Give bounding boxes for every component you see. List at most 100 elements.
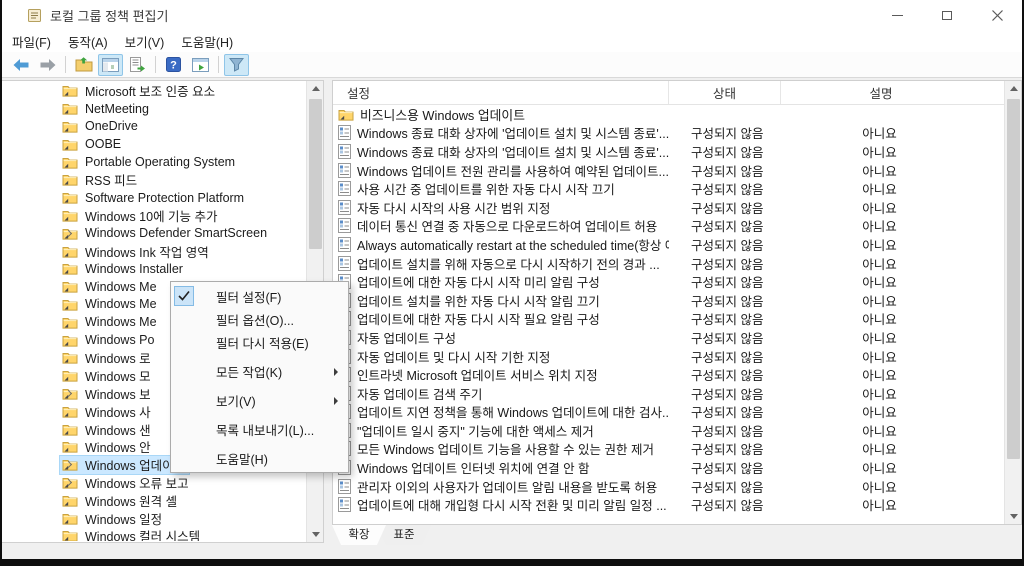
table-row[interactable]: 업데이트에 대해 개입형 다시 시작 전환 및 미리 알림 일정 ... 구성되… [333, 495, 1004, 514]
table-row[interactable]: 인트라넷 Microsoft 업데이트 서비스 위치 지정 구성되지 않음 아니… [333, 365, 1004, 384]
setting-state: 구성되지 않음 [691, 350, 764, 365]
setting-name: 업데이트에 대해 개입형 다시 시작 전환 및 미리 알림 일정 ... [357, 499, 667, 514]
menu-action[interactable]: 동작(A) [62, 30, 119, 53]
tab-standard[interactable]: 표준 [377, 525, 431, 545]
minimize-button[interactable] [872, 0, 922, 30]
tree-item[interactable]: Windows 컬러 시스템 [2, 527, 306, 541]
setting-state: 구성되지 않음 [691, 313, 764, 328]
table-row[interactable]: 업데이트에 대한 자동 다시 시작 필요 알림 구성 구성되지 않음 아니요 [333, 310, 1004, 329]
table-row[interactable]: 업데이트 설치를 위한 자동 다시 시작 알림 끄기 구성되지 않음 아니요 [333, 291, 1004, 310]
scroll-down-button[interactable] [1005, 509, 1021, 524]
column-header-setting[interactable]: 설정 [333, 81, 669, 104]
tree-item[interactable]: Software Protection Platform [2, 189, 306, 207]
setting-name: 인트라넷 Microsoft 업데이트 서비스 위치 지정 [357, 369, 598, 384]
setting-state: 구성되지 않음 [691, 164, 764, 179]
table-row[interactable]: 자동 다시 시작의 사용 시간 범위 지정 구성되지 않음 아니요 [333, 198, 1004, 217]
export-list-button[interactable] [125, 54, 150, 76]
tree-item[interactable]: NetMeeting [2, 100, 306, 118]
folder-icon [62, 440, 78, 453]
table-row[interactable]: 자동 업데이트 및 다시 시작 기한 지정 구성되지 않음 아니요 [333, 347, 1004, 366]
folder-icon [62, 102, 78, 115]
table-row[interactable]: 관리자 이외의 사용자가 업데이트 알림 내용을 받도록 허용 구성되지 않음 … [333, 477, 1004, 496]
toolbar-separator [65, 56, 66, 73]
context-menu-item[interactable]: 모든 작업(K) [171, 360, 348, 383]
context-menu-item[interactable]: 필터 설정(F) [171, 285, 348, 308]
help-button[interactable]: ? [161, 54, 186, 76]
menu-help[interactable]: 도움말(H) [175, 30, 244, 53]
table-row[interactable]: 자동 업데이트 구성 구성되지 않음 아니요 [333, 328, 1004, 347]
context-menu-item[interactable]: 도움말(H) [171, 447, 348, 470]
context-menu-item-label: 필터 다시 적용(E) [216, 337, 309, 351]
tree-item[interactable]: Microsoft 보조 인증 요소 [2, 82, 306, 100]
table-row[interactable]: 모든 Windows 업데이트 기능을 사용할 수 있는 권한 제거 구성되지 … [333, 440, 1004, 459]
tree-item-label: Windows 사 [85, 405, 151, 420]
table-row[interactable]: "업데이트 일시 중지" 기능에 대한 액세스 제거 구성되지 않음 아니요 [333, 421, 1004, 440]
scroll-up-icon [311, 86, 320, 91]
column-header-state[interactable]: 상태 [669, 81, 781, 104]
setting-comment: 아니요 [862, 331, 897, 346]
scroll-up-button[interactable] [1005, 81, 1021, 96]
forward-arrow-icon [40, 58, 55, 71]
context-menu-item-label: 도움말(H) [216, 453, 268, 467]
tree-item[interactable]: RSS 피드 [2, 171, 306, 189]
show-window-button[interactable] [188, 54, 213, 76]
tree-item[interactable]: OneDrive [2, 118, 306, 136]
table-row[interactable]: 업데이트 지연 정책을 통해 Windows 업데이트에 대한 검사... 구성… [333, 403, 1004, 422]
filter-icon [229, 58, 244, 72]
folder-icon [62, 512, 78, 525]
context-menu-item[interactable]: 목록 내보내기(L)... [171, 418, 348, 441]
scrollbar-thumb[interactable] [309, 99, 322, 249]
context-menu-item[interactable]: 보기(V) [171, 389, 348, 412]
policy-setting-icon [338, 255, 351, 271]
show-console-tree-button[interactable] [98, 53, 123, 76]
context-menu-item-label: 모든 작업(K) [216, 366, 283, 380]
context-menu-item[interactable]: 필터 다시 적용(E) [171, 331, 348, 354]
group-policy-editor-window: 로컬 그룹 정책 편집기 파일(F) 동작(A) 보기(V) 도움말(H) ? … [2, 0, 1022, 559]
menu-file[interactable]: 파일(F) [6, 30, 62, 53]
folder-icon [62, 209, 78, 222]
folder-icon [62, 529, 78, 541]
table-row[interactable]: Windows 업데이트 전원 관리를 사용하여 예약된 업데이트... 구성되… [333, 161, 1004, 180]
menu-view[interactable]: 보기(V) [119, 30, 176, 53]
tab-extended[interactable]: 확장 [332, 525, 386, 545]
filter-button[interactable] [224, 53, 249, 76]
tree-item[interactable]: Windows 원격 셸 [2, 491, 306, 509]
table-row[interactable]: Windows 업데이트 인터넷 위치에 연결 안 함 구성되지 않음 아니요 [333, 458, 1004, 477]
scrollbar-thumb[interactable] [1007, 99, 1020, 459]
column-header-comment[interactable]: 설명 [781, 81, 1021, 104]
group-row[interactable]: 비즈니스용 Windows 업데이트 [333, 105, 1004, 124]
tree-item[interactable]: Windows 오류 보고 [2, 474, 306, 492]
maximize-button[interactable] [922, 0, 972, 30]
setting-state: 구성되지 않음 [691, 183, 764, 198]
table-row[interactable]: 데이터 통신 연결 중 자동으로 다운로드하여 업데이트 허용 구성되지 않음 … [333, 217, 1004, 236]
tree-item[interactable]: Windows Installer [2, 260, 306, 278]
setting-comment: 아니요 [862, 424, 897, 439]
table-row[interactable]: Always automatically restart at the sche… [333, 235, 1004, 254]
folder-icon [62, 494, 78, 507]
forward-button[interactable] [35, 54, 60, 76]
scroll-up-button[interactable] [307, 81, 323, 96]
back-button[interactable] [8, 54, 33, 76]
table-row[interactable]: 업데이트 설치를 위해 자동으로 다시 시작하기 전의 경과 ... 구성되지 … [333, 254, 1004, 273]
up-one-level-button[interactable] [71, 54, 96, 76]
context-menu-item-label: 필터 설정(F) [216, 291, 282, 305]
table-row[interactable]: 사용 시간 중 업데이트를 위한 자동 다시 시작 끄기 구성되지 않음 아니요 [333, 179, 1004, 198]
tree-item[interactable]: Windows 10에 기능 추가 [2, 207, 306, 225]
table-row[interactable]: 업데이트에 대한 자동 다시 시작 미리 알림 구성 구성되지 않음 아니요 [333, 272, 1004, 291]
table-row[interactable]: 자동 업데이트 검색 주기 구성되지 않음 아니요 [333, 384, 1004, 403]
close-button[interactable] [972, 0, 1022, 30]
setting-name: 자동 업데이트 검색 주기 [357, 387, 483, 402]
context-menu-item[interactable]: 필터 옵션(O)... [171, 308, 348, 331]
policy-setting-icon [338, 478, 351, 494]
tree-item[interactable]: OOBE [2, 135, 306, 153]
scroll-down-button[interactable] [307, 527, 323, 542]
list-scrollbar[interactable] [1004, 81, 1021, 524]
tree-item[interactable]: Windows Ink 작업 영역 [2, 242, 306, 260]
tree-item[interactable]: Windows 일정 [2, 509, 306, 527]
table-row[interactable]: Windows 종료 대화 상자에 '업데이트 설치 및 시스템 종료'... … [333, 124, 1004, 143]
tree-item[interactable]: Portable Operating System [2, 153, 306, 171]
setting-state: 구성되지 않음 [691, 201, 764, 216]
table-row[interactable]: Windows 종료 대화 상자의 '업데이트 설치 및 시스템 종료'... … [333, 142, 1004, 161]
tree-item[interactable]: Windows Defender SmartScreen [2, 224, 306, 242]
title-bar: 로컬 그룹 정책 편집기 [2, 0, 1022, 30]
